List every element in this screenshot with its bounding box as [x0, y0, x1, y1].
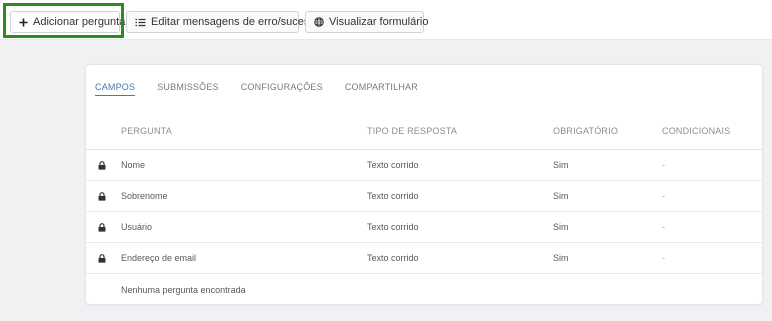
view-form-button[interactable]: Visualizar formulário — [305, 11, 428, 33]
row-question: Usuário — [121, 222, 153, 232]
plus-icon — [19, 18, 28, 27]
table-row[interactable]: Nome Texto corrido Sim - — [86, 150, 762, 181]
tab-campos[interactable]: CAMPOS — [95, 82, 136, 96]
row-conditional: - — [662, 253, 665, 263]
tab-compartilhar[interactable]: COMPARTILHAR — [345, 82, 418, 96]
header-conditional: CONDICIONAIS — [662, 125, 731, 136]
edit-messages-label: Editar mensagens de erro/sucesso — [151, 16, 321, 28]
tab-configuracoes[interactable]: CONFIGURAÇÕES — [241, 82, 323, 96]
lock-icon — [96, 150, 108, 180]
row-conditional: - — [662, 191, 665, 201]
lock-icon — [96, 243, 108, 273]
table-header: PERGUNTA TIPO DE RESPOSTA OBRIGATÓRIO CO… — [86, 112, 762, 150]
table-row[interactable]: Usuário Texto corrido Sim - — [86, 212, 762, 243]
row-type: Texto corrido — [367, 253, 419, 263]
row-question: Endereço de email — [121, 253, 197, 263]
row-type: Texto corrido — [367, 222, 419, 232]
row-conditional: - — [662, 222, 665, 232]
edit-messages-button[interactable]: Editar mensagens de erro/sucesso — [126, 11, 321, 33]
lock-icon — [96, 181, 108, 211]
top-toolbar: Adicionar pergunta Editar mensagens de e… — [0, 0, 772, 40]
header-question: PERGUNTA — [121, 125, 172, 136]
globe-icon — [314, 17, 324, 27]
row-conditional: - — [662, 160, 665, 170]
header-required: OBRIGATÓRIO — [553, 125, 619, 136]
form-fields-card: CAMPOS SUBMISSÕES CONFIGURAÇÕES COMPARTI… — [85, 64, 763, 305]
row-type: Texto corrido — [367, 160, 419, 170]
row-question: Nome — [121, 160, 146, 170]
tab-bar: CAMPOS SUBMISSÕES CONFIGURAÇÕES COMPARTI… — [95, 82, 440, 96]
view-form-label: Visualizar formulário — [329, 16, 429, 28]
add-question-button[interactable]: Adicionar pergunta — [10, 11, 125, 33]
table-row[interactable]: Endereço de email Texto corrido Sim - — [86, 243, 762, 274]
questions-table: PERGUNTA TIPO DE RESPOSTA OBRIGATÓRIO CO… — [86, 112, 762, 305]
row-question: Sobrenome — [121, 191, 168, 201]
row-required: Sim — [553, 160, 569, 170]
row-required: Sim — [553, 222, 569, 232]
row-required: Sim — [553, 253, 569, 263]
row-required: Sim — [553, 191, 569, 201]
add-question-label: Adicionar pergunta — [33, 16, 126, 28]
empty-message: Nenhuma pergunta encontrada — [121, 284, 246, 295]
row-type: Texto corrido — [367, 191, 419, 201]
table-row[interactable]: Sobrenome Texto corrido Sim - — [86, 181, 762, 212]
empty-message-row: Nenhuma pergunta encontrada — [86, 274, 762, 305]
list-icon — [135, 18, 146, 27]
header-type: TIPO DE RESPOSTA — [367, 125, 458, 136]
lock-icon — [96, 212, 108, 242]
tab-submissoes[interactable]: SUBMISSÕES — [157, 82, 219, 96]
